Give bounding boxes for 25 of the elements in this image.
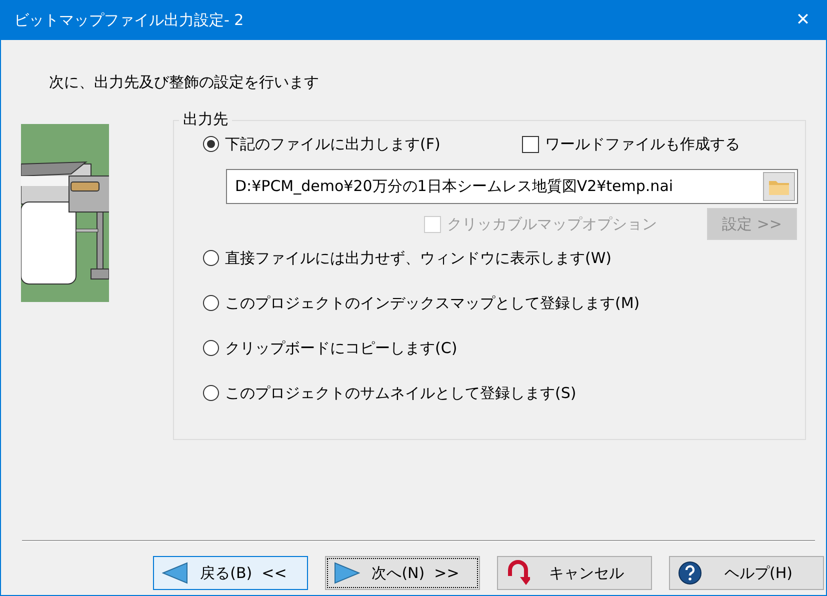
window-title: ビットマップファイル出力設定- 2	[14, 10, 244, 30]
back-button[interactable]: 戻る(B) <<	[153, 556, 308, 590]
checkbox-label[interactable]: ワールドファイルも作成する	[545, 134, 740, 154]
right-arrow-icon	[334, 562, 360, 584]
undo-arrow-icon	[506, 560, 530, 586]
left-arrow-icon	[162, 562, 188, 584]
option-label[interactable]: 下記のファイルに出力します(F)	[225, 134, 440, 154]
option-label[interactable]: 直接ファイルには出力せず、ウィンドウに表示します(W)	[225, 248, 612, 268]
help-icon	[678, 561, 702, 585]
option-label[interactable]: このプロジェクトのインデックスマップとして登録します(M)	[225, 294, 640, 312]
instruction-text: 次に、出力先及び整飾の設定を行います	[49, 73, 320, 92]
radio-button[interactable]	[203, 250, 219, 266]
option-label[interactable]: クリップボードにコピーします(C)	[225, 338, 458, 358]
group-label: 出力先	[179, 110, 232, 129]
next-button[interactable]: 次へ(N) >>	[325, 556, 480, 590]
checkbox[interactable]	[522, 136, 539, 152]
radio-button[interactable]	[203, 295, 219, 311]
file-path-field[interactable]: D:¥PCM_demo¥20万分の1日本シームレス地質図V2¥temp.nai	[226, 169, 798, 204]
help-button[interactable]: ヘルプ(H)	[669, 556, 824, 590]
radio-button[interactable]	[203, 340, 219, 356]
cancel-button[interactable]: キャンセル	[497, 556, 652, 590]
radio-button[interactable]	[203, 385, 219, 401]
option-label[interactable]: このプロジェクトのサムネイルとして登録します(S)	[225, 384, 576, 402]
radio-button[interactable]	[203, 136, 219, 152]
close-button[interactable]: ✕	[780, 0, 826, 40]
